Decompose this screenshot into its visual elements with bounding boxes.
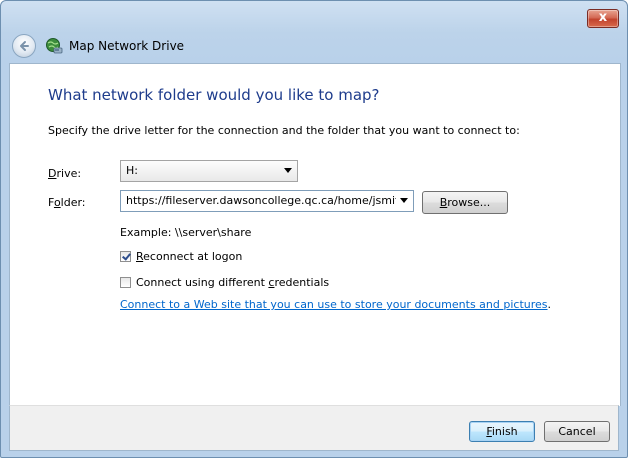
page-title: What network folder would you like to ma… (48, 86, 380, 104)
close-icon: x (598, 10, 608, 25)
network-drive-icon (46, 38, 63, 54)
web-site-link[interactable]: Connect to a Web site that you can use t… (120, 298, 551, 311)
credentials-option[interactable]: Connect using different credentials (120, 276, 329, 289)
finish-button[interactable]: Finish (469, 421, 535, 442)
folder-example-text: Example: \\server\share (120, 226, 252, 239)
credentials-label: Connect using different credentials (136, 276, 330, 289)
reconnect-option[interactable]: Reconnect at logon (120, 250, 242, 263)
folder-combobox[interactable]: https://fileserver.dawsoncollege.qc.ca/h… (120, 190, 414, 212)
folder-label: Folder: (48, 196, 86, 209)
reconnect-label: Reconnect at logon (136, 250, 243, 263)
instructions-text: Specify the drive letter for the connect… (48, 124, 520, 137)
chevron-down-icon (400, 198, 408, 203)
reconnect-checkbox[interactable] (120, 251, 131, 262)
drive-select[interactable]: H: (120, 160, 298, 182)
drive-label: Drive: (48, 167, 82, 180)
wizard-footer: Finish Cancel (9, 405, 619, 451)
credentials-checkbox[interactable] (120, 277, 131, 288)
title-bar: Map Network Drive (1, 31, 627, 63)
chevron-down-icon (284, 168, 292, 173)
close-button[interactable]: x (587, 9, 619, 28)
cancel-button[interactable]: Cancel (544, 421, 610, 442)
wizard-content: What network folder would you like to ma… (9, 63, 621, 406)
drive-select-value: H: (126, 164, 138, 177)
folder-combobox-value: https://fileserver.dawsoncollege.qc.ca/h… (126, 194, 396, 207)
map-network-drive-window: x Map Network Drive What network folder … (0, 0, 628, 458)
window-title: Map Network Drive (69, 39, 185, 53)
browse-button[interactable]: Browse... (422, 191, 508, 214)
back-arrow-icon (20, 41, 29, 51)
back-button[interactable] (12, 34, 36, 58)
